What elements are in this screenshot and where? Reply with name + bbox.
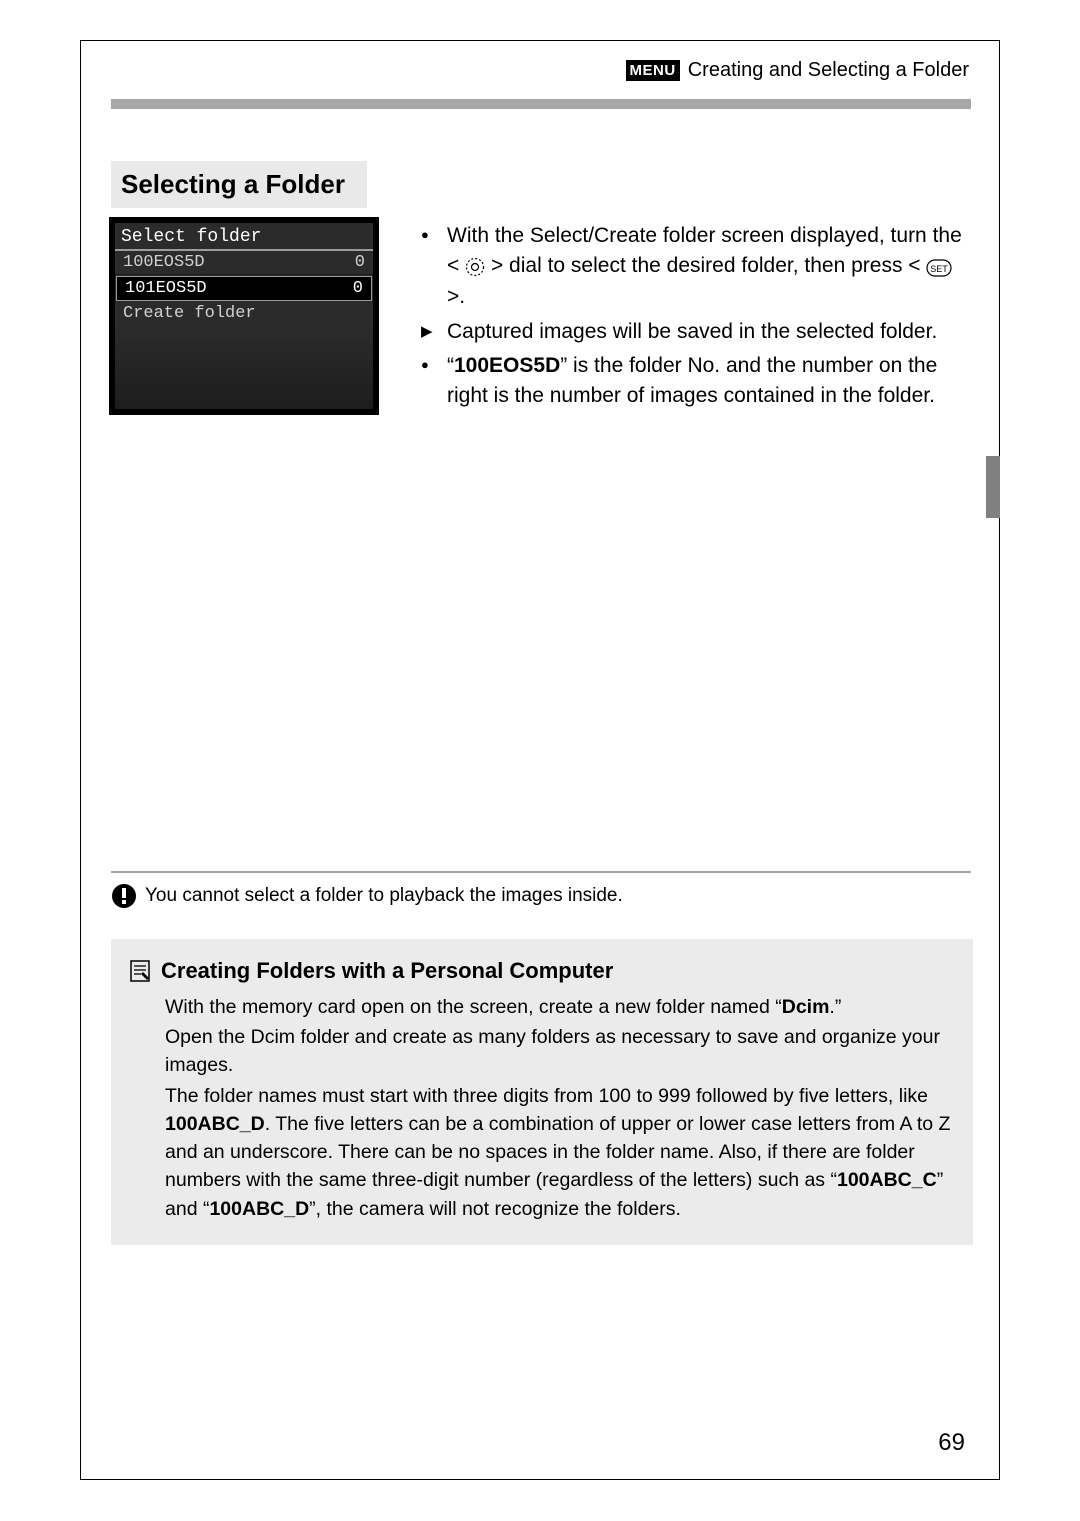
list-item: With the Select/Create folder screen dis… — [421, 221, 975, 313]
lcd-folder-count: 0 — [353, 279, 363, 298]
caution-text: You cannot select a folder to playback t… — [145, 885, 623, 907]
lcd-create-folder-row: Create folder — [115, 302, 373, 329]
text-fragment: The folder names must start with three d… — [165, 1085, 928, 1107]
note-icon — [129, 959, 151, 983]
folder-name-dcim: Dcim — [782, 996, 830, 1018]
info-box-header: Creating Folders with a Personal Compute… — [129, 955, 955, 987]
menu-badge-icon: MENU — [626, 60, 680, 81]
quick-control-dial-icon — [465, 252, 485, 282]
folder-name-example: 100ABC_C — [837, 1169, 937, 1191]
info-box: Creating Folders with a Personal Compute… — [111, 939, 973, 1245]
folder-name-example: 100ABC_D — [165, 1113, 265, 1135]
text-fragment: > dial to select the desired folder, the… — [491, 254, 921, 277]
list-item: Captured images will be saved in the sel… — [421, 317, 975, 347]
folder-name-example: 100EOS5D — [454, 354, 560, 377]
folder-name-example: 100ABC_D — [209, 1198, 309, 1220]
bullet-disc-icon — [421, 351, 447, 412]
bullet-triangle-icon — [421, 317, 447, 347]
info-paragraph: Open the Dcim folder and create as many … — [165, 1023, 955, 1080]
section-title-block: Selecting a Folder — [111, 161, 367, 208]
camera-lcd-screenshot: Select folder 100EOS5D 0 101EOS5D 0 Crea… — [109, 217, 379, 415]
section-title: Selecting a Folder — [121, 169, 345, 200]
instruction-text: With the Select/Create folder screen dis… — [447, 221, 975, 313]
info-box-title: Creating Folders with a Personal Compute… — [161, 955, 613, 987]
instruction-list: With the Select/Create folder screen dis… — [421, 221, 975, 416]
header-divider — [111, 99, 971, 109]
caution-icon — [111, 883, 137, 909]
text-fragment: With the memory card open on the screen,… — [165, 996, 782, 1018]
lcd-folder-row: 100EOS5D 0 — [115, 251, 373, 275]
text-fragment: ”, the camera will not recognize the fol… — [309, 1198, 681, 1220]
bullet-disc-icon — [421, 221, 447, 313]
lcd-folder-count: 0 — [355, 253, 365, 272]
info-paragraph: The folder names must start with three d… — [165, 1082, 955, 1223]
breadcrumb: Creating and Selecting a Folder — [688, 59, 969, 82]
text-fragment: .” — [829, 996, 841, 1018]
manual-page: MENU Creating and Selecting a Folder Sel… — [80, 40, 1000, 1480]
lcd-empty-area — [115, 329, 373, 409]
lcd-folder-name: 101EOS5D — [125, 279, 207, 298]
page-header: MENU Creating and Selecting a Folder — [626, 59, 969, 82]
text-fragment: “ — [447, 354, 454, 377]
text-fragment: . The five letters can be a combination … — [165, 1113, 950, 1192]
lcd-folder-row-selected: 101EOS5D 0 — [116, 276, 372, 301]
text-fragment: >. — [447, 285, 465, 308]
lcd-folder-name: 100EOS5D — [123, 253, 205, 272]
info-paragraph: With the memory card open on the screen,… — [165, 993, 955, 1021]
page-number: 69 — [938, 1429, 965, 1457]
instruction-text: Captured images will be saved in the sel… — [447, 317, 975, 347]
info-box-body: With the memory card open on the screen,… — [129, 993, 955, 1223]
set-button-icon: SET — [926, 252, 952, 282]
instruction-text: “100EOS5D” is the folder No. and the num… — [447, 351, 975, 412]
svg-text:SET: SET — [931, 264, 949, 274]
caution-note: You cannot select a folder to playback t… — [111, 871, 971, 909]
lcd-inner: Select folder 100EOS5D 0 101EOS5D 0 Crea… — [115, 223, 373, 409]
lcd-menu-title: Select folder — [115, 223, 373, 251]
list-item: “100EOS5D” is the folder No. and the num… — [421, 351, 975, 412]
side-index-tab — [986, 456, 1000, 518]
